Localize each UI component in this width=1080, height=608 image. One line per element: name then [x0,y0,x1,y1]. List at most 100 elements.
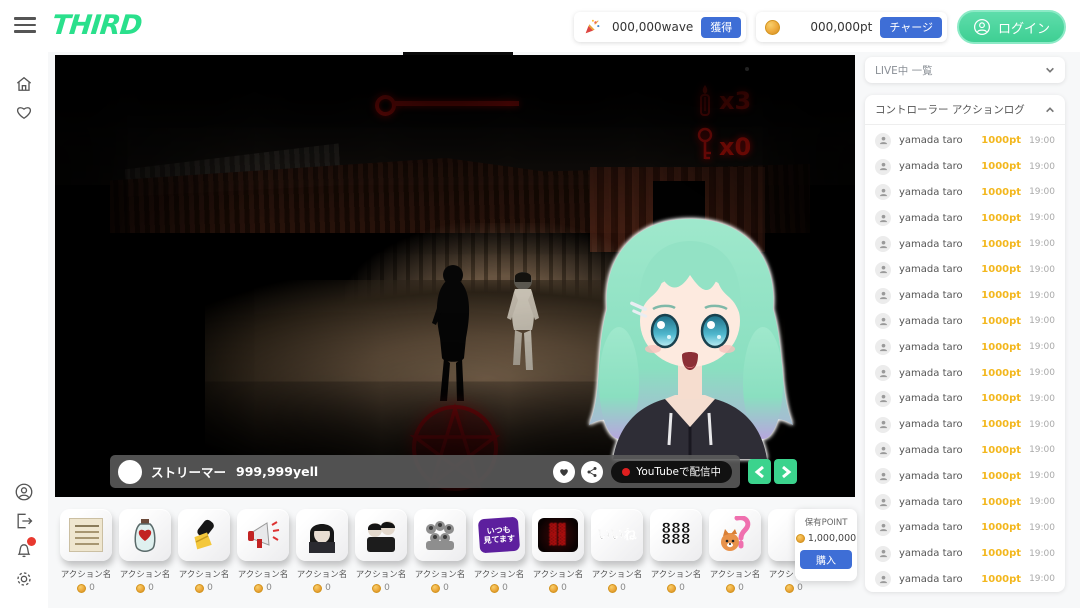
action-log-row: yamada taro 1000pt 19:00 [865,360,1065,386]
user-avatar-icon [875,339,891,355]
ghost-girl-icon[interactable] [296,509,348,561]
next-stream-button[interactable] [774,459,797,484]
hamburger-menu-icon[interactable] [14,17,36,35]
log-points: 1000pt [981,187,1021,198]
coin-icon [608,584,617,593]
crowd-icon[interactable] [414,509,466,561]
health-gauge [375,95,396,116]
number-sticker-icon[interactable]: 888888 [650,509,702,561]
action-items-tray: アクション名 0 アクション名 0 アクション名 0 アクション名 0 アクショ… [55,503,855,608]
love-potion-icon[interactable] [119,509,171,561]
coin-icon [372,584,381,593]
streamer-avatar[interactable] [118,460,142,484]
log-time: 19:00 [1029,316,1055,326]
action-log-row: yamada taro 1000pt 19:00 [865,412,1065,438]
action-item-label: アクション名 [710,568,761,580]
log-time: 19:00 [1029,265,1055,275]
charge-button[interactable]: チャージ [880,17,942,38]
purple-sticker-icon[interactable]: いつも見てます [473,509,525,561]
game-scene: x3 x0 [55,55,855,497]
action-log-row: yamada taro 1000pt 19:00 [865,128,1065,154]
logout-icon[interactable] [14,511,34,531]
flashlight-icon[interactable] [178,509,230,561]
red-sticker-icon[interactable]: ▓▓▓▓ [532,509,584,561]
iine-sticker-icon[interactable]: いいね [591,509,643,561]
action-log-list[interactable]: yamada taro 1000pt 19:00 yamada taro 100… [865,125,1065,592]
log-time: 19:00 [1029,549,1055,559]
action-item-label: アクション名 [179,568,230,580]
stream-video-player[interactable]: x3 x0 [55,55,855,497]
heart-icon[interactable] [14,102,34,122]
notification-badge [27,537,36,546]
action-log-row: yamada taro 1000pt 19:00 [865,515,1065,541]
action-item-cost: 0 [77,583,95,593]
action-item-label: アクション名 [533,568,584,580]
streamer-info-bar: ストリーマー 999,999yell YouTubeで配信中 [110,455,740,488]
login-button[interactable]: ログイン [957,10,1066,44]
coin-icon [490,584,499,593]
log-user-name: yamada taro [899,187,981,198]
live-dot-icon [622,468,630,476]
live-list-select[interactable]: LIVE中 一覧 [865,57,1065,83]
siblings-icon[interactable] [355,509,407,561]
chevron-up-icon [1045,105,1055,115]
action-item-label: アクション名 [356,568,407,580]
user-avatar-icon [875,236,891,252]
account-icon[interactable] [14,482,34,502]
log-user-name: yamada taro [899,135,981,146]
log-user-name: yamada taro [899,393,981,404]
action-log-row: yamada taro 1000pt 19:00 [865,489,1065,515]
vtuber-avatar [573,213,807,459]
settings-icon[interactable] [14,569,34,589]
action-item: 888888 アクション名 0 [650,509,702,608]
point-balance: 000,000pt チャージ [756,12,947,42]
action-item-cost: 0 [549,583,567,593]
key-count: x0 [719,133,751,161]
buy-button[interactable]: 購入 [800,550,852,569]
home-icon[interactable] [14,74,34,94]
action-item: アクション名 0 [709,509,761,608]
action-item-label: アクション名 [651,568,702,580]
owned-point-panel: 保有POINT 1,000,000 購入 [795,509,857,581]
coin-icon [726,584,735,593]
action-item-cost: 0 [667,583,685,593]
wave-balance: 000,000wave 獲得 [574,12,746,42]
action-log-row: yamada taro 1000pt 19:00 [865,438,1065,464]
log-points: 1000pt [981,290,1021,301]
coin-icon [549,584,558,593]
dog-question-icon[interactable] [709,509,761,561]
action-item-cost: 0 [726,583,744,593]
action-item-cost: 0 [608,583,626,593]
user-circle-icon [973,18,991,36]
prev-stream-button[interactable] [748,459,771,484]
coin-icon [313,584,322,593]
log-points: 1000pt [981,574,1021,585]
log-time: 19:00 [1029,213,1055,223]
youtube-live-badge[interactable]: YouTubeで配信中 [611,461,732,483]
action-log-header[interactable]: コントローラー アクションログ [865,95,1065,125]
heart-button[interactable] [553,461,575,483]
share-button[interactable] [581,461,603,483]
action-item-cost: 0 [372,583,390,593]
old-letter-icon[interactable] [60,509,112,561]
user-avatar-icon [875,494,891,510]
action-item-label: アクション名 [297,568,348,580]
coin-icon [765,20,780,35]
user-avatar-icon [875,468,891,484]
action-item: アクション名 0 [296,509,348,608]
heart-button-icon [558,466,570,478]
owned-point-value: 1,000,000 [808,533,856,544]
action-item: アクション名 0 [60,509,112,608]
user-avatar-icon [875,546,891,562]
user-avatar-icon [875,365,891,381]
wave-earn-button[interactable]: 獲得 [701,17,741,38]
notification-bell-icon[interactable] [14,540,34,560]
megaphone-icon[interactable] [237,509,289,561]
log-user-name: yamada taro [899,161,981,172]
log-user-name: yamada taro [899,445,981,456]
coin-icon [195,584,204,593]
action-log-row: yamada taro 1000pt 19:00 [865,154,1065,180]
log-user-name: yamada taro [899,316,981,327]
log-points: 1000pt [981,445,1021,456]
live-list-label: LIVE中 一覧 [875,63,1045,78]
